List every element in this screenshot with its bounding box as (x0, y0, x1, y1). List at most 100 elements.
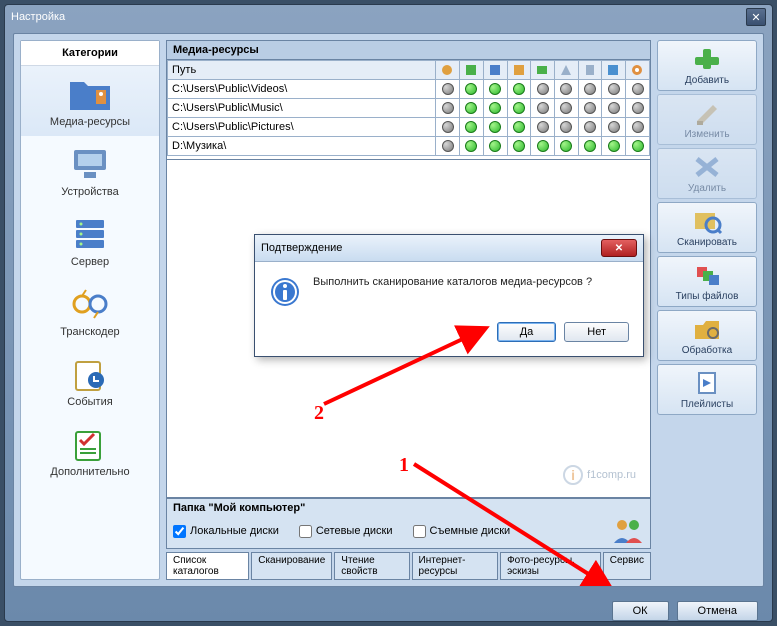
flag-cell (483, 99, 507, 118)
right-button-сканировать[interactable]: Сканировать (657, 202, 757, 253)
flag-cell (555, 118, 579, 137)
dialog-no-button[interactable]: Нет (564, 322, 629, 342)
sidebar-item-server[interactable]: Сервер (21, 206, 159, 276)
table-row[interactable]: C:\Users\Public\Pictures\ (168, 118, 650, 137)
flag-cell (555, 137, 579, 156)
col-flag-icon[interactable] (483, 61, 507, 80)
group-title: Медиа-ресурсы (166, 40, 651, 60)
advanced-icon (66, 424, 114, 464)
sidebar-item-advanced[interactable]: Дополнительно (21, 416, 159, 486)
flag-cell (436, 99, 460, 118)
right-button-типы файлов[interactable]: Типы файлов (657, 256, 757, 307)
flag-cell (626, 99, 650, 118)
table-row[interactable]: D:\Музика\ (168, 137, 650, 156)
flag-cell (436, 137, 460, 156)
right-button-изменить: Изменить (657, 94, 757, 145)
right-button-icon (691, 99, 723, 127)
paths-grid: Путь C:\Users\Public\Videos\C:\ (166, 60, 651, 160)
checkbox[interactable] (299, 525, 312, 538)
sidebar-item-devices[interactable]: Устройства (21, 136, 159, 206)
col-flag-icon[interactable] (531, 61, 555, 80)
tab-Фото-ресурсы-эскизы[interactable]: Фото-ресурсы, эскизы (500, 552, 601, 580)
table-row[interactable]: C:\Users\Public\Videos\ (168, 80, 650, 99)
sidebar-item-media[interactable]: Медиа-ресурсы (21, 66, 159, 136)
right-button-удалить: Удалить (657, 148, 757, 199)
col-flag-icon[interactable] (555, 61, 579, 80)
sidebar-item-transcoder[interactable]: Транскодер (21, 276, 159, 346)
events-icon (66, 354, 114, 394)
flag-cell (483, 80, 507, 99)
flag-cell (602, 118, 626, 137)
tab-Интернет-ресурсы[interactable]: Интернет-ресурсы (412, 552, 499, 580)
flag-cell (460, 80, 484, 99)
right-button-добавить[interactable]: Добавить (657, 40, 757, 91)
col-flag-icon[interactable] (460, 61, 484, 80)
sidebar-item-events[interactable]: События (21, 346, 159, 416)
right-button-icon (691, 45, 723, 73)
settings-window: Настройка ✕ Категории Медиа-ресурсы Устр… (4, 4, 773, 622)
right-button-обработка[interactable]: Обработка (657, 310, 757, 361)
footer-title: Папка "Мой компьютер" (173, 502, 644, 514)
titlebar[interactable]: Настройка ✕ (5, 5, 772, 29)
tab-Чтение-свойств[interactable]: Чтение свойств (334, 552, 409, 580)
check-Съемные-диски[interactable]: Съемные диски (413, 525, 511, 538)
right-button-icon (691, 261, 723, 289)
checkbox[interactable] (413, 525, 426, 538)
right-button-label: Изменить (684, 129, 729, 140)
flag-cell (531, 118, 555, 137)
flag-cell (507, 99, 531, 118)
dialog-yes-button[interactable]: Да (497, 322, 557, 342)
check-Сетевые-диски[interactable]: Сетевые диски (299, 525, 393, 538)
path-cell: C:\Users\Public\Pictures\ (168, 118, 436, 137)
flag-cell (578, 99, 602, 118)
path-cell: C:\Users\Public\Music\ (168, 99, 436, 118)
flag-cell (578, 137, 602, 156)
tab-Список-каталогов[interactable]: Список каталогов (166, 552, 249, 580)
checkbox[interactable] (173, 525, 186, 538)
col-flag-icon[interactable] (507, 61, 531, 80)
watermark: i f1comp.ru (563, 465, 636, 485)
confirm-dialog: Подтверждение ✕ Выполнить сканирование к… (254, 234, 644, 357)
table-row[interactable]: C:\Users\Public\Music\ (168, 99, 650, 118)
sidebar-item-label: Сервер (71, 256, 109, 268)
close-icon[interactable]: ✕ (746, 8, 766, 26)
checkbox-label: Съемные диски (430, 525, 511, 537)
folder-media-icon (66, 74, 114, 114)
col-flag-icon[interactable] (436, 61, 460, 80)
bottom-tabs: Список каталоговСканированиеЧтение свойс… (166, 552, 651, 580)
right-button-плейлисты[interactable]: Плейлисты (657, 364, 757, 415)
right-button-label: Обработка (682, 345, 732, 356)
check-Локальные-диски[interactable]: Локальные диски (173, 525, 279, 538)
people-icon[interactable] (612, 517, 644, 545)
footer-group: Папка "Мой компьютер" Локальные диски Сет… (166, 498, 651, 549)
flag-cell (602, 137, 626, 156)
flag-cell (555, 80, 579, 99)
flag-cell (626, 118, 650, 137)
cancel-button[interactable]: Отмена (677, 601, 758, 621)
tab-Сервис[interactable]: Сервис (603, 552, 651, 580)
flag-cell (578, 118, 602, 137)
col-flag-icon[interactable] (626, 61, 650, 80)
sidebar-item-label: События (67, 396, 112, 408)
right-button-icon (691, 153, 723, 181)
flag-cell (483, 137, 507, 156)
annotation-label-2: 2 (314, 402, 324, 425)
flag-cell (578, 80, 602, 99)
tab-Сканирование[interactable]: Сканирование (251, 552, 332, 580)
flag-cell (460, 118, 484, 137)
categories-sidebar: Категории Медиа-ресурсы Устройства Серве… (20, 40, 160, 580)
flag-cell (531, 80, 555, 99)
flag-cell (602, 99, 626, 118)
sidebar-item-label: Дополнительно (50, 466, 129, 478)
col-flag-icon[interactable] (578, 61, 602, 80)
ok-button[interactable]: ОК (612, 601, 669, 621)
client-area: Категории Медиа-ресурсы Устройства Серве… (13, 33, 764, 587)
dialog-titlebar[interactable]: Подтверждение ✕ (255, 235, 643, 262)
info-icon (269, 276, 301, 308)
dialog-close-icon[interactable]: ✕ (601, 239, 637, 257)
col-path[interactable]: Путь (168, 61, 436, 80)
col-flag-icon[interactable] (602, 61, 626, 80)
flag-cell (483, 118, 507, 137)
transcoder-icon (66, 284, 114, 324)
dialog-message: Выполнить сканирование каталогов медиа-р… (313, 276, 592, 308)
